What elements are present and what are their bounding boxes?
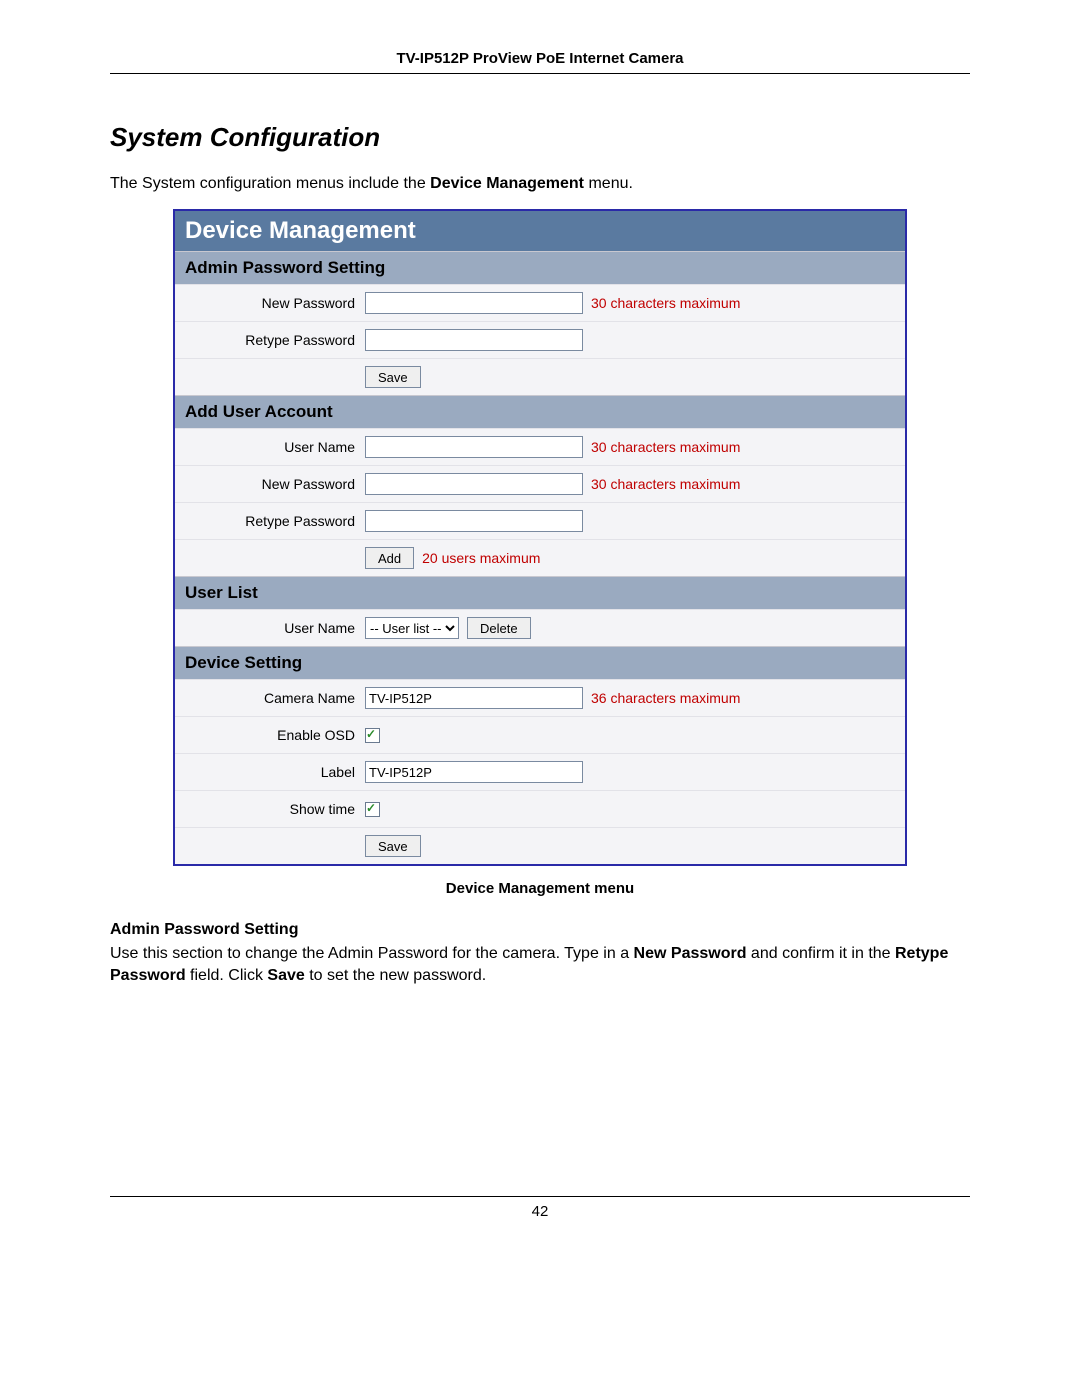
- row-label: Label: [175, 753, 905, 790]
- label-new-password: New Password: [175, 295, 365, 311]
- label-camera-name: Camera Name: [175, 690, 365, 706]
- intro-text: The System configuration menus include t…: [110, 175, 430, 192]
- label-user-name: User Name: [175, 439, 365, 455]
- row-device-save: Save: [175, 827, 905, 864]
- input-camera-name[interactable]: [365, 687, 583, 709]
- checkbox-enable-osd[interactable]: [365, 728, 380, 743]
- panel-title: Device Management: [175, 211, 905, 251]
- save-device-setting-button[interactable]: Save: [365, 835, 421, 857]
- label-user-list-username: User Name: [175, 620, 365, 636]
- label-enable-osd: Enable OSD: [175, 727, 365, 743]
- hint-user-name: 30 characters maximum: [591, 439, 740, 455]
- row-enable-osd: Enable OSD: [175, 716, 905, 753]
- row-user-new-password: New Password 30 characters maximum: [175, 465, 905, 502]
- explain-paragraph: Use this section to change the Admin Pas…: [110, 943, 970, 986]
- label-user-retype-password: Retype Password: [175, 513, 365, 529]
- label-user-new-password: New Password: [175, 476, 365, 492]
- label-label: Label: [175, 764, 365, 780]
- add-user-button[interactable]: Add: [365, 547, 414, 569]
- row-add-user: Add 20 users maximum: [175, 539, 905, 576]
- add-user-header: Add User Account: [175, 395, 905, 428]
- page-number: 42: [110, 1196, 970, 1220]
- section-title: System Configuration: [110, 122, 970, 153]
- input-user-name[interactable]: [365, 436, 583, 458]
- figure-caption: Device Management menu: [110, 880, 970, 897]
- row-user-name: User Name 30 characters maximum: [175, 428, 905, 465]
- input-user-new-password[interactable]: [365, 473, 583, 495]
- row-admin-new-password: New Password 30 characters maximum: [175, 284, 905, 321]
- explain-t2: and confirm it in the: [746, 945, 895, 962]
- explain-t3: field. Click: [186, 967, 268, 984]
- row-user-retype-password: Retype Password: [175, 502, 905, 539]
- input-label[interactable]: [365, 761, 583, 783]
- intro-text-post: menu.: [584, 175, 633, 192]
- row-camera-name: Camera Name 36 characters maximum: [175, 679, 905, 716]
- intro-paragraph: The System configuration menus include t…: [110, 175, 970, 193]
- hint-camera-name: 36 characters maximum: [591, 690, 740, 706]
- input-user-retype-password[interactable]: [365, 510, 583, 532]
- document-header: TV-IP512P ProView PoE Internet Camera: [110, 50, 970, 74]
- hint-add-user: 20 users maximum: [422, 550, 540, 566]
- label-show-time: Show time: [175, 801, 365, 817]
- save-admin-password-button[interactable]: Save: [365, 366, 421, 388]
- admin-password-header: Admin Password Setting: [175, 251, 905, 284]
- explain-b3: Save: [267, 967, 304, 984]
- row-admin-retype-password: Retype Password: [175, 321, 905, 358]
- select-user-list[interactable]: -- User list --: [365, 617, 459, 639]
- label-retype-password: Retype Password: [175, 332, 365, 348]
- device-management-panel: Device Management Admin Password Setting…: [173, 209, 907, 866]
- explain-b1: New Password: [634, 945, 747, 962]
- row-user-list: User Name -- User list -- Delete: [175, 609, 905, 646]
- input-admin-new-password[interactable]: [365, 292, 583, 314]
- input-admin-retype-password[interactable]: [365, 329, 583, 351]
- row-admin-save: Save: [175, 358, 905, 395]
- delete-user-button[interactable]: Delete: [467, 617, 531, 639]
- explain-t1: Use this section to change the Admin Pas…: [110, 945, 634, 962]
- hint-admin-new-password: 30 characters maximum: [591, 295, 740, 311]
- checkbox-show-time[interactable]: [365, 802, 380, 817]
- explain-t4: to set the new password.: [305, 967, 486, 984]
- intro-bold: Device Management: [430, 175, 584, 192]
- user-list-header: User List: [175, 576, 905, 609]
- hint-user-new-password: 30 characters maximum: [591, 476, 740, 492]
- row-show-time: Show time: [175, 790, 905, 827]
- explain-heading: Admin Password Setting: [110, 921, 970, 939]
- device-setting-header: Device Setting: [175, 646, 905, 679]
